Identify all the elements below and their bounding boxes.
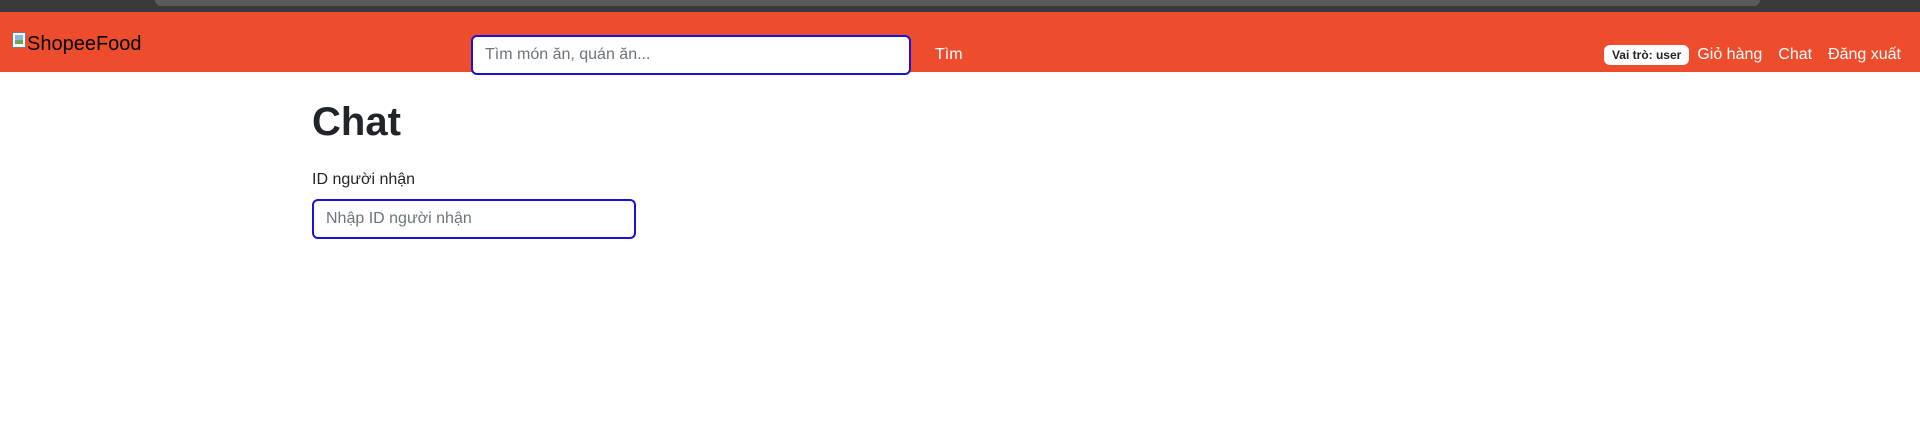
role-badge: Vai trò: user (1603, 45, 1690, 65)
recipient-id-input[interactable] (312, 199, 636, 239)
page-title: Chat (312, 100, 401, 144)
nav-link-cart[interactable]: Giỏ hàng (1697, 46, 1762, 64)
search-input[interactable] (471, 35, 911, 75)
search-button[interactable]: Tìm (929, 42, 969, 68)
recipient-id-label: ID người nhận (312, 171, 416, 188)
broken-image-icon (12, 32, 26, 48)
nav-link-logout[interactable]: Đăng xuất (1828, 46, 1901, 64)
browser-chrome-strip (0, 0, 1920, 12)
brand-logo-link[interactable]: ShopeeFood (12, 32, 142, 56)
nav-link-chat[interactable]: Chat (1778, 46, 1812, 64)
browser-tab-edge (155, 0, 1760, 6)
nav-right: Vai trò: user Giỏ hàng Chat Đăng xuất (1603, 45, 1901, 65)
navbar: ShopeeFood Tìm Vai trò: user Giỏ hàng Ch… (0, 12, 1920, 75)
search-form: Tìm (471, 35, 963, 75)
brand-logo-alt-text: ShopeeFood (27, 33, 142, 55)
